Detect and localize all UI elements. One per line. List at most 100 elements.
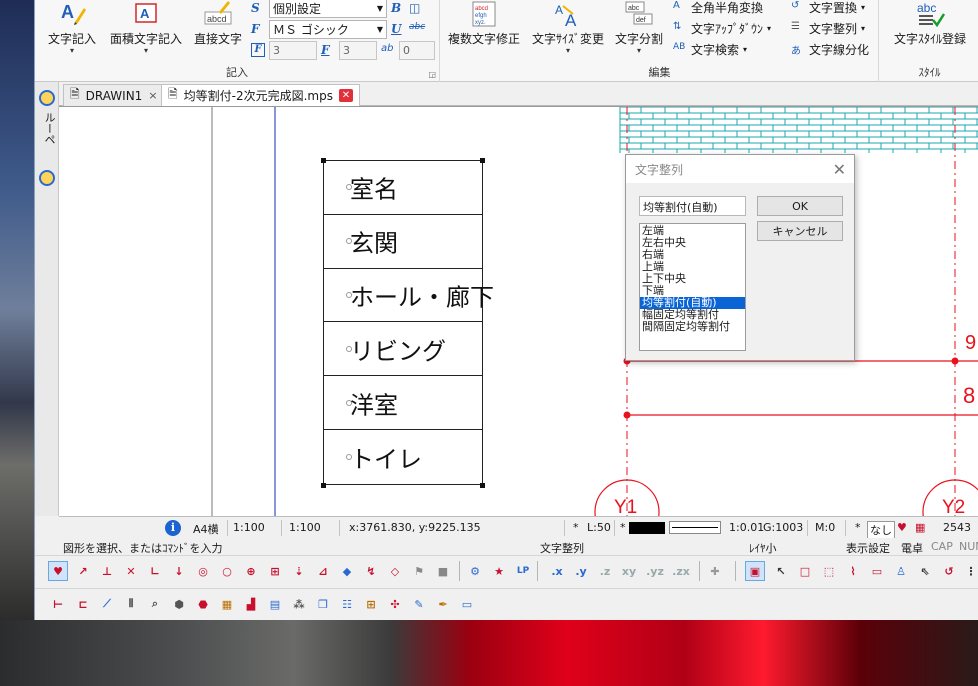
calendar-icon[interactable]: ▦ xyxy=(915,521,925,534)
arrow-select-icon[interactable]: ↖ xyxy=(771,561,791,581)
selection-handle[interactable] xyxy=(480,483,485,488)
z-axis-button[interactable]: .z xyxy=(595,561,615,581)
color-swatch[interactable] xyxy=(629,522,665,534)
selection-handle[interactable] xyxy=(321,158,326,163)
paper-size[interactable]: A4横 xyxy=(193,521,219,537)
strike-button[interactable]: abc xyxy=(409,22,427,36)
pointer-icon[interactable]: ⇖ xyxy=(915,561,935,581)
frame-tool-icon[interactable]: ⊏ xyxy=(73,594,93,614)
calculator[interactable]: 電卓 xyxy=(901,540,923,556)
menseki-moji-button[interactable]: A 面積文字記入 ▾ xyxy=(105,0,187,62)
lasso-icon[interactable]: ↺ xyxy=(939,561,959,581)
star-icon[interactable]: ★ xyxy=(489,561,509,581)
midpoint-snap-icon[interactable]: ⊥ xyxy=(97,561,117,581)
intersection-snap-icon[interactable]: ✕ xyxy=(121,561,141,581)
tab-kintou[interactable]: 🗎 均等割付-2次元完成図.mps ✕ xyxy=(161,84,360,106)
yz-plane-button[interactable]: .yz xyxy=(645,561,665,581)
selection-handle[interactable] xyxy=(321,483,326,488)
layer-small-label[interactable]: ﾚｲﾔ小 xyxy=(749,540,777,556)
person-icon[interactable]: ♙ xyxy=(891,561,911,581)
underline-button[interactable]: U xyxy=(391,22,405,36)
line-select-icon[interactable]: ⌇ xyxy=(843,561,863,581)
stripe-tool-icon[interactable]: ⦀ xyxy=(121,594,141,614)
close-icon[interactable]: × xyxy=(148,89,157,102)
linetype-swatch[interactable] xyxy=(669,521,721,534)
dialog-launcher-icon[interactable]: ◲ xyxy=(428,70,436,79)
moji-kinyu-button[interactable]: A 文字記入 ▾ xyxy=(41,0,103,62)
moji-senbunka-row[interactable]: あ 文字線分化 xyxy=(791,39,869,59)
display-settings[interactable]: 表示設定 xyxy=(846,540,890,556)
monitor-icon[interactable]: ▭ xyxy=(457,594,477,614)
perpendicular-snap-icon[interactable]: ∟ xyxy=(145,561,165,581)
room-cell[interactable]: トイレ xyxy=(324,430,482,484)
ratio-value[interactable]: 1:0.01 xyxy=(729,521,764,534)
stairs-tool-icon[interactable]: ▟ xyxy=(241,594,261,614)
zx-plane-button[interactable]: .zx xyxy=(671,561,691,581)
room-cell[interactable]: 室名 xyxy=(324,161,482,215)
width-field[interactable]: 3 xyxy=(339,40,377,60)
endpoint-snap-icon[interactable]: ↗ xyxy=(73,561,93,581)
heart-icon[interactable]: ♥ xyxy=(897,521,907,534)
search-icon[interactable]: ⌕ xyxy=(145,594,165,614)
close-icon[interactable]: ✕ xyxy=(833,160,846,179)
pipe-tool-icon[interactable]: ⟋ xyxy=(97,594,117,614)
moji-kensaku-row[interactable]: AB 文字検索 ▾ xyxy=(673,39,747,59)
alignment-option[interactable]: 間隔固定均等割付 xyxy=(640,321,745,333)
loupe-icon[interactable] xyxy=(39,90,55,106)
free-snap-icon[interactable]: ⇣ xyxy=(289,561,309,581)
selection-handle[interactable] xyxy=(480,158,485,163)
ok-button[interactable]: OK xyxy=(757,196,843,216)
dimension-tool-icon[interactable]: ⊢ xyxy=(48,594,68,614)
room-cell[interactable]: リビング xyxy=(324,323,482,377)
current-alignment-field[interactable]: 均等割付(自動) xyxy=(639,196,746,216)
scale-2[interactable]: 1:100 xyxy=(289,521,321,534)
fukusu-moji-button[interactable]: abcd efgh xyz. 複数文字修正 xyxy=(443,0,525,62)
fill-tool-icon[interactable]: ⬣ xyxy=(193,594,213,614)
block-icon[interactable]: ■ xyxy=(433,561,453,581)
rect-select-icon[interactable]: □ xyxy=(795,561,815,581)
gear-icon[interactable]: ⚙ xyxy=(465,561,485,581)
center-snap-icon[interactable]: ◎ xyxy=(193,561,213,581)
heart-snap-icon[interactable]: ♥ xyxy=(48,561,68,581)
style-combo[interactable]: 個別設定 ▼ xyxy=(269,0,387,18)
spacing-field[interactable]: 0 xyxy=(399,40,435,60)
polar-snap-icon[interactable]: ⊿ xyxy=(313,561,333,581)
flag-icon[interactable]: ⚑ xyxy=(409,561,429,581)
more-tools-icon[interactable]: ⋮ xyxy=(961,561,978,581)
loupe-label[interactable]: ルーペ xyxy=(41,112,57,145)
bold-button[interactable]: B xyxy=(391,1,405,15)
grid-snap-icon[interactable]: ⊞ xyxy=(265,561,285,581)
box-select-icon[interactable]: ▭ xyxy=(867,561,887,581)
room-cell[interactable]: ホール・廊下 xyxy=(324,269,494,323)
calc-tool-icon[interactable]: ▤ xyxy=(265,594,285,614)
group-value[interactable]: G:1003 xyxy=(763,521,803,534)
fill-snap-icon[interactable]: ◆ xyxy=(337,561,357,581)
zenkaku-row[interactable]: A 全角半角変換 xyxy=(673,0,763,17)
font-combo[interactable]: ＭＳ ゴシック ▼ xyxy=(269,19,387,39)
nearest-snap-icon[interactable]: ↓ xyxy=(169,561,189,581)
lp-icon[interactable]: LP xyxy=(513,561,533,581)
grid-tool-icon[interactable]: ⊞ xyxy=(361,594,381,614)
cube-tool-icon[interactable]: ⬢ xyxy=(169,594,189,614)
copy-tool-icon[interactable]: ❐ xyxy=(313,594,333,614)
hatch-value[interactable]: なし xyxy=(867,521,895,539)
room-cell[interactable]: 玄関 xyxy=(324,215,482,269)
dialog-titlebar[interactable]: 文字整列 ✕ xyxy=(626,155,854,183)
symbols-tool-icon[interactable]: ⁂ xyxy=(289,594,309,614)
room-cell[interactable]: 洋室 xyxy=(324,376,482,431)
link-tool-icon[interactable]: ✣ xyxy=(385,594,405,614)
height-field[interactable]: 3 xyxy=(269,40,317,60)
moji-style-touroku-button[interactable]: abc 文字ｽﾀｲﾙ登録 xyxy=(884,0,976,62)
layer-value[interactable]: L:50 xyxy=(587,521,611,534)
info-icon[interactable]: i xyxy=(165,520,181,536)
moji-size-button[interactable]: A A 文字ｻｲｽﾞ変更 ▾ xyxy=(527,0,609,62)
room-name-table[interactable]: 室名 玄関 ホール・廊下 リビング 洋室 トイレ xyxy=(323,160,494,485)
mode-value[interactable]: M:0 xyxy=(815,521,835,534)
edit-tool-icon[interactable]: ✎ xyxy=(409,594,429,614)
dashed-rect-icon[interactable]: ⬚ xyxy=(819,561,839,581)
y-axis-button[interactable]: .y xyxy=(571,561,591,581)
close-icon[interactable]: ✕ xyxy=(339,89,353,102)
tangent-snap-icon[interactable]: ○ xyxy=(217,561,237,581)
moji-chikan-row[interactable]: ↺ 文字置換 ▾ xyxy=(791,0,865,17)
x-axis-button[interactable]: .x xyxy=(547,561,567,581)
